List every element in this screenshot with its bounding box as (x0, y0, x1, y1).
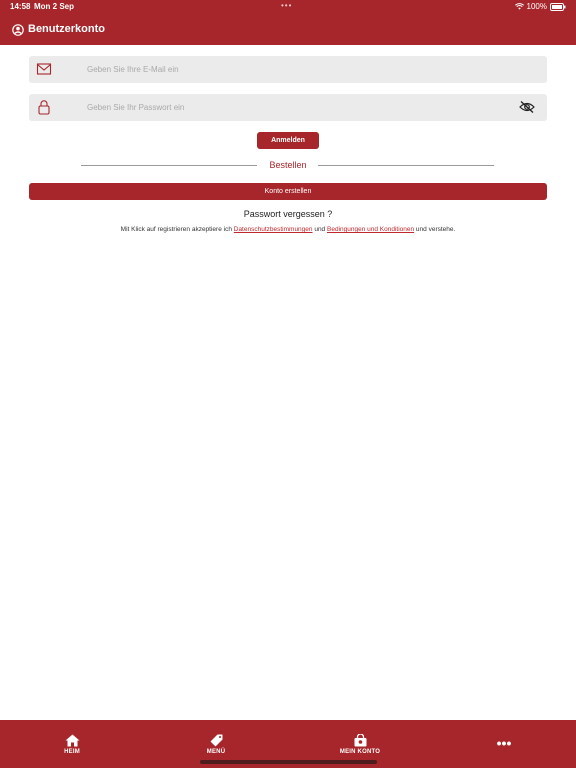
eye-off-icon[interactable] (519, 100, 535, 114)
divider-line-left (81, 165, 257, 166)
tab-more[interactable]: ••• (474, 735, 534, 751)
status-time: 14:58 (10, 2, 31, 11)
privacy-policy-link[interactable]: Datenschutzbestimmungen (234, 226, 313, 233)
app-header: Benutzerkonto (0, 14, 576, 45)
divider-line-right (318, 165, 494, 166)
lock-icon (36, 99, 52, 115)
email-input[interactable] (87, 56, 487, 83)
battery-icon (550, 2, 566, 11)
shopping-bag-icon (353, 733, 368, 747)
tab-home[interactable]: HEIM (42, 734, 102, 755)
multitasking-dots[interactable]: ••• (281, 1, 292, 10)
battery-percent: 100% (526, 2, 547, 11)
forgot-password-link[interactable]: Passwort vergessen ? (0, 209, 576, 219)
user-circle-icon (12, 23, 24, 36)
terms-conditions-link[interactable]: Bedingungen und Konditionen (327, 226, 414, 233)
status-date: Mon 2 Sep (34, 2, 75, 11)
status-right: 100% (514, 2, 566, 11)
divider-label-order: Bestellen (269, 160, 307, 170)
home-icon (65, 734, 80, 747)
tab-menu-label: MENÜ (206, 749, 226, 755)
password-field-container (29, 94, 547, 121)
tab-my-account[interactable]: MEIN KONTO (330, 733, 390, 755)
email-field-container (29, 56, 547, 83)
more-icon: ••• (496, 735, 512, 751)
home-indicator (200, 760, 377, 764)
tab-my-account-label: MEIN KONTO (339, 749, 381, 755)
wifi-icon (514, 3, 524, 10)
mail-icon (36, 61, 52, 77)
login-button[interactable]: Anmelden (257, 132, 319, 149)
terms-prefix: Mit Klick auf registrieren akzeptiere ic… (120, 226, 232, 233)
status-bar: 14:58 Mon 2 Sep ••• 100% (0, 0, 576, 14)
terms-text: Mit Klick auf registrieren akzeptiere ic… (0, 226, 576, 233)
tag-icon (209, 734, 224, 747)
terms-suffix: und verstehe. (415, 226, 456, 233)
tab-home-label: HEIM (64, 749, 80, 755)
create-account-button[interactable]: Konto erstellen (29, 183, 547, 200)
terms-conjunction: und (314, 226, 326, 233)
tab-menu[interactable]: MENÜ (186, 734, 246, 755)
password-input[interactable] (87, 94, 487, 121)
page-title: Benutzerkonto (28, 23, 105, 35)
